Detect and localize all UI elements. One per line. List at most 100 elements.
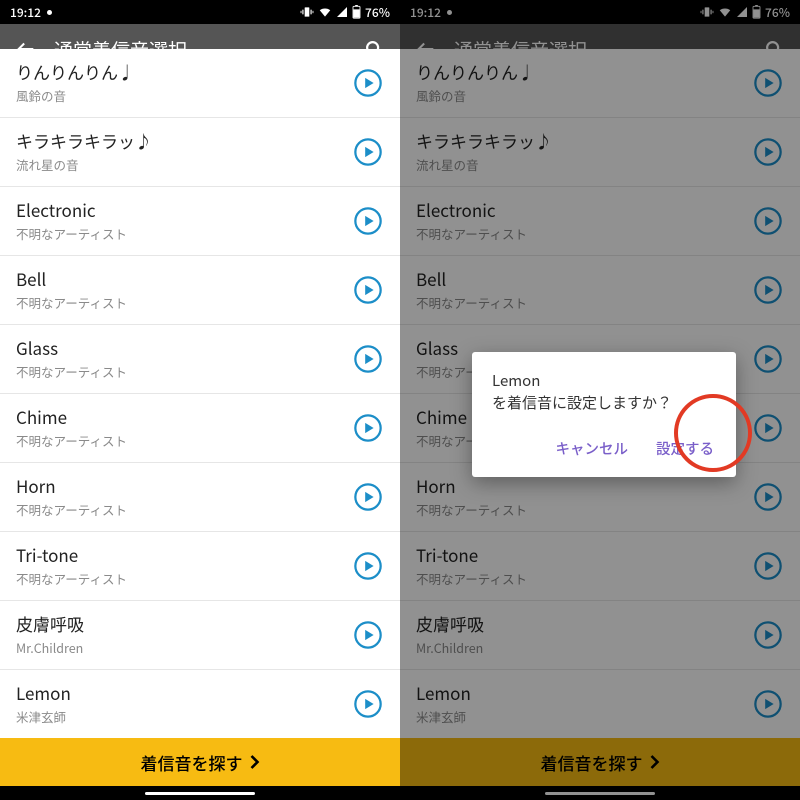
play-button[interactable] — [352, 136, 384, 168]
phone-screen-right: 19:12 76% — [400, 0, 800, 800]
play-button[interactable] — [752, 343, 784, 375]
ringtone-row[interactable]: Bell 不明なアーティスト — [400, 256, 800, 325]
wifi-icon — [718, 5, 732, 19]
chevron-right-icon — [249, 754, 260, 770]
annotation-highlight-circle — [674, 394, 752, 472]
play-button[interactable] — [352, 619, 384, 651]
ringtone-artist: 不明なアーティスト — [16, 569, 352, 588]
play-button[interactable] — [752, 688, 784, 720]
status-time: 19:12 — [10, 4, 41, 21]
ringtone-title: Bell — [16, 268, 352, 289]
ringtone-title: キラキラキラッ♪ — [416, 130, 752, 151]
ringtone-row[interactable]: Tri-tone 不明なアーティスト — [0, 532, 400, 601]
ringtone-artist: 不明なアーティスト — [416, 293, 752, 312]
vibrate-icon — [700, 5, 714, 19]
ringtone-title: Horn — [16, 475, 352, 496]
ringtone-artist: 流れ星の音 — [16, 155, 352, 174]
vibrate-icon — [300, 5, 314, 19]
play-button[interactable] — [352, 481, 384, 513]
play-button[interactable] — [752, 136, 784, 168]
ringtone-row[interactable]: Lemon米津玄師 — [400, 670, 800, 738]
battery-percent: 76% — [365, 4, 390, 21]
ringtone-row[interactable]: Horn 不明なアーティスト — [0, 463, 400, 532]
ringtone-row[interactable]: Chime 不明なアーティスト — [0, 394, 400, 463]
find-ringtone-button[interactable]: 着信音を探す — [0, 738, 400, 786]
ringtone-artist: 不明なアーティスト — [16, 293, 352, 312]
notification-dot-icon — [447, 10, 452, 15]
ringtone-title: 皮膚呼吸 — [16, 613, 352, 634]
ringtone-artist: Mr.Children — [416, 638, 752, 657]
play-button[interactable] — [752, 205, 784, 237]
status-time: 19:12 — [410, 4, 441, 21]
ringtone-row[interactable]: Tri-tone 不明なアーティスト — [400, 532, 800, 601]
ringtone-row[interactable]: 皮膚呼吸 Mr.Children — [400, 601, 800, 670]
ringtone-title: Electronic — [416, 199, 752, 220]
ringtone-artist: 流れ星の音 — [416, 155, 752, 174]
ringtone-row[interactable]: Electronic 不明なアーティスト — [0, 187, 400, 256]
play-button[interactable] — [752, 550, 784, 582]
ringtone-title: Glass — [16, 337, 352, 358]
ringtone-list: りんりんりん♩風鈴の音キラキラキラッ♪ 流れ星の音 Electronic 不明なアーテ… — [0, 49, 400, 738]
ringtone-artist: Mr.Children — [16, 638, 352, 657]
ringtone-title: Lemon — [16, 682, 352, 703]
play-button[interactable] — [352, 205, 384, 237]
ringtone-artist: 不明なアーティスト — [16, 431, 352, 450]
play-button[interactable] — [352, 274, 384, 306]
signal-icon — [736, 6, 748, 18]
ringtone-title: Chime — [16, 406, 352, 427]
play-button[interactable] — [352, 412, 384, 444]
dialog-line1: Lemon — [492, 370, 718, 392]
nav-bar — [400, 786, 800, 800]
play-button[interactable] — [352, 343, 384, 375]
play-button[interactable] — [352, 67, 384, 99]
ringtone-artist: 不明なアーティスト — [16, 500, 352, 519]
battery-icon — [752, 5, 761, 19]
notification-dot-icon — [47, 10, 52, 15]
ringtone-row[interactable]: りんりんりん♩ 風鈴の音 — [400, 49, 800, 118]
ringtone-title: Horn — [416, 475, 752, 496]
ringtone-title: Tri-tone — [16, 544, 352, 565]
find-ringtone-label: 着信音を探す — [541, 750, 643, 775]
dialog-cancel-button[interactable]: キャンセル — [552, 432, 633, 465]
chevron-right-icon — [649, 754, 660, 770]
ringtone-artist: 不明なアーティスト — [416, 224, 752, 243]
play-button[interactable] — [752, 481, 784, 513]
ringtone-title: Electronic — [16, 199, 352, 220]
ringtone-artist: 不明なアーティスト — [416, 569, 752, 588]
ringtone-row[interactable]: 皮膚呼吸 Mr.Children — [0, 601, 400, 670]
play-button[interactable] — [752, 67, 784, 99]
ringtone-title: りんりんりん♩ — [416, 61, 752, 82]
nav-bar — [0, 786, 400, 800]
find-ringtone-label: 着信音を探す — [141, 750, 243, 775]
phone-screen-left: 19:12 76% — [0, 0, 400, 800]
ringtone-row[interactable]: キラキラキラッ♪ 流れ星の音 — [0, 118, 400, 187]
status-bar: 19:12 76% — [0, 0, 400, 24]
play-button[interactable] — [352, 550, 384, 582]
play-button[interactable] — [352, 688, 384, 720]
ringtone-title: Lemon — [416, 682, 752, 703]
status-bar: 19:12 76% — [400, 0, 800, 24]
signal-icon — [336, 6, 348, 18]
play-button[interactable] — [752, 274, 784, 306]
ringtone-artist: 不明なアーティスト — [16, 224, 352, 243]
wifi-icon — [318, 5, 332, 19]
ringtone-artist: 米津玄師 — [16, 707, 352, 726]
ringtone-artist: 風鈴の音 — [416, 86, 752, 105]
ringtone-title: 皮膚呼吸 — [416, 613, 752, 634]
ringtone-title: Bell — [416, 268, 752, 289]
ringtone-row[interactable]: Glass 不明なアーティスト — [0, 325, 400, 394]
play-button[interactable] — [752, 412, 784, 444]
home-gesture-pill[interactable] — [145, 792, 255, 795]
ringtone-title: Tri-tone — [416, 544, 752, 565]
ringtone-row[interactable]: りんりんりん♩風鈴の音 — [0, 49, 400, 118]
find-ringtone-button[interactable]: 着信音を探す — [400, 738, 800, 786]
ringtone-title: キラキラキラッ♪ — [16, 130, 352, 151]
ringtone-row[interactable]: キラキラキラッ♪ 流れ星の音 — [400, 118, 800, 187]
play-button[interactable] — [752, 619, 784, 651]
ringtone-row[interactable]: Bell 不明なアーティスト — [0, 256, 400, 325]
home-gesture-pill[interactable] — [545, 792, 655, 795]
ringtone-row[interactable]: Lemon 米津玄師 — [0, 670, 400, 738]
ringtone-row[interactable]: Electronic 不明なアーティスト — [400, 187, 800, 256]
battery-percent: 76% — [765, 4, 790, 21]
ringtone-artist: 不明なアーティスト — [16, 362, 352, 381]
